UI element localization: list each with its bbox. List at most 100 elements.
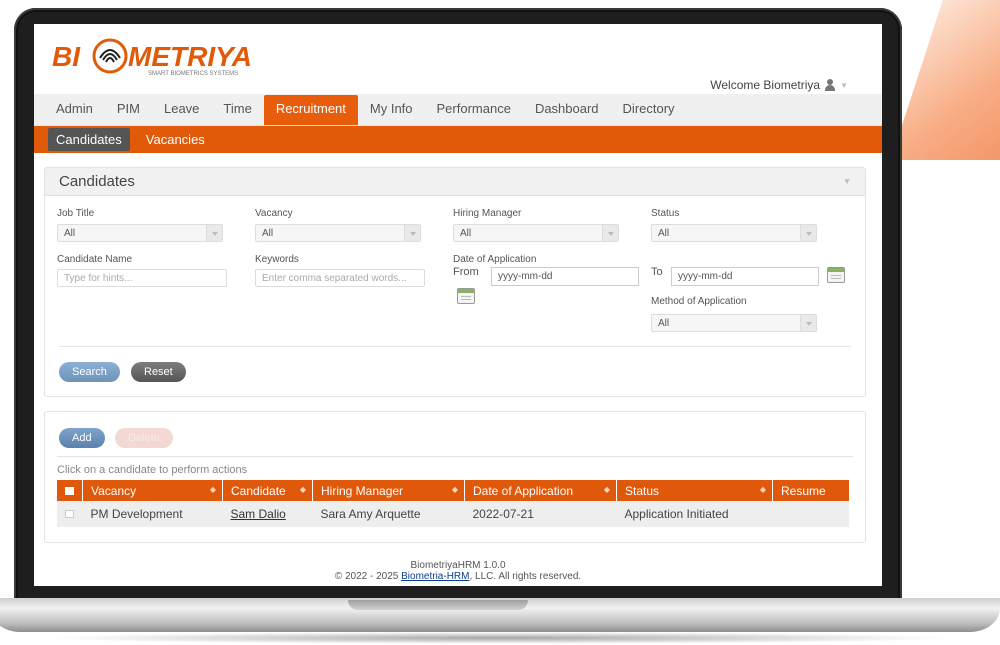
candidate-name-input[interactable]: Type for hints... — [57, 269, 227, 287]
col-hiring-manager-label: Hiring Manager — [321, 483, 404, 498]
keywords-label: Keywords — [255, 254, 299, 265]
candidate-link[interactable]: Sam Dalio — [231, 507, 286, 521]
calendar-icon[interactable] — [457, 288, 475, 304]
welcome-text: Welcome Biometriya — [710, 78, 821, 92]
menu-item-recruitment[interactable]: Recruitment — [263, 95, 358, 125]
from-label: From — [453, 266, 479, 278]
stage: BI METRIYA SMART BIOMETRICS SYSTEMS Welc… — [0, 0, 1000, 645]
main-menu: Admin PIM Leave Time Recruitment My Info… — [34, 94, 882, 126]
reset-button[interactable]: Reset — [131, 362, 186, 382]
col-status[interactable]: Status ◆ — [616, 480, 773, 501]
footer-copyright-prefix: © 2022 - 2025 — [334, 571, 402, 582]
col-hiring-manager[interactable]: Hiring Manager ◆ — [312, 480, 465, 501]
results-panel: Add Delete Click on a candidate to perfo… — [44, 411, 866, 543]
sort-icon: ◆ — [209, 485, 216, 494]
job-title-label: Job Title — [57, 208, 95, 219]
footer-link[interactable]: Biometria-HRM — [401, 571, 469, 582]
svg-text:METRIYA: METRIYA — [128, 41, 252, 72]
dropdown-arrow-icon — [602, 225, 618, 241]
keywords-input[interactable]: Enter comma separated words... — [255, 269, 425, 287]
col-date-label: Date of Application — [473, 483, 574, 498]
dropdown-arrow-icon — [206, 225, 222, 241]
svg-text:BI: BI — [52, 41, 81, 72]
col-date-of-application[interactable]: Date of Application ◆ — [464, 480, 617, 501]
sort-icon: ◆ — [451, 485, 458, 494]
date-from-input[interactable]: yyyy-mm-dd — [491, 267, 639, 286]
corner-decoration — [890, 0, 1000, 160]
brand-logo[interactable]: BI METRIYA SMART BIOMETRICS SYSTEMS — [52, 36, 292, 83]
candidate-name-label: Candidate Name — [57, 254, 133, 265]
chevron-down-icon: ▼ — [840, 80, 848, 90]
table-row[interactable]: PM Development Sam Dalio Sara Amy Arquet… — [57, 501, 849, 527]
sort-icon: ◆ — [759, 485, 766, 494]
status-select[interactable]: All — [651, 224, 817, 242]
select-all-checkbox[interactable] — [65, 486, 74, 495]
search-button[interactable]: Search — [59, 362, 120, 382]
results-divider — [57, 456, 853, 457]
status-value: All — [658, 228, 670, 239]
hiring-manager-label: Hiring Manager — [453, 208, 522, 219]
form-divider — [59, 346, 851, 347]
menu-item-pim[interactable]: PIM — [105, 95, 152, 125]
menu-item-directory[interactable]: Directory — [611, 95, 687, 125]
delete-button[interactable]: Delete — [115, 428, 173, 448]
sub-menu: Candidates Vacancies — [34, 126, 882, 153]
select-all-header[interactable] — [57, 480, 83, 501]
col-resume-label: Resume — [781, 483, 826, 498]
date-of-application-label: Date of Application — [453, 254, 537, 265]
cell-hiring-manager: Sara Amy Arquette — [312, 501, 465, 527]
hiring-manager-select[interactable]: All — [453, 224, 619, 242]
col-status-label: Status — [625, 483, 660, 498]
footer-version: BiometriyaHRM 1.0.0 — [410, 560, 506, 571]
footer-copyright: © 2022 - 2025 Biometria-HRM, LLC. All ri… — [34, 571, 882, 582]
panel-title: Candidates — [59, 173, 135, 190]
method-label: Method of Application — [651, 296, 747, 307]
calendar-icon[interactable] — [827, 267, 845, 283]
job-title-select[interactable]: All — [57, 224, 223, 242]
laptop-shadow — [40, 632, 960, 644]
menu-item-performance[interactable]: Performance — [425, 95, 523, 125]
menu-item-time[interactable]: Time — [211, 95, 263, 125]
svg-text:SMART BIOMETRICS SYSTEMS: SMART BIOMETRICS SYSTEMS — [148, 71, 238, 77]
dropdown-arrow-icon — [404, 225, 420, 241]
user-icon — [824, 79, 836, 91]
cell-candidate: Sam Dalio — [222, 501, 313, 527]
app-header: BI METRIYA SMART BIOMETRICS SYSTEMS Welc… — [34, 24, 882, 94]
submenu-candidates[interactable]: Candidates — [48, 128, 130, 151]
to-label: To — [651, 266, 663, 278]
sort-icon: ◆ — [603, 485, 610, 494]
col-candidate[interactable]: Candidate ◆ — [222, 480, 313, 501]
footer: BiometriyaHRM 1.0.0 © 2022 - 2025 Biomet… — [34, 560, 882, 582]
candidates-table: Vacancy ◆ Candidate ◆ Hiring Manager ◆ Date… — [57, 480, 849, 527]
submenu-vacancies[interactable]: Vacancies — [138, 128, 213, 151]
dropdown-arrow-icon — [800, 225, 816, 241]
vacancy-select[interactable]: All — [255, 224, 421, 242]
date-to-input[interactable]: yyyy-mm-dd — [671, 267, 819, 286]
method-value: All — [658, 318, 670, 329]
hiring-manager-value: All — [460, 228, 472, 239]
add-button[interactable]: Add — [59, 428, 105, 448]
menu-item-leave[interactable]: Leave — [152, 95, 211, 125]
menu-item-admin[interactable]: Admin — [44, 95, 105, 125]
cell-resume — [772, 501, 849, 527]
laptop-notch — [348, 600, 528, 610]
col-candidate-label: Candidate — [231, 483, 286, 498]
collapse-icon[interactable]: ▼ — [843, 177, 851, 186]
welcome-menu[interactable]: Welcome Biometriya ▼ — [710, 78, 848, 92]
sort-icon: ◆ — [299, 485, 306, 494]
screen: BI METRIYA SMART BIOMETRICS SYSTEMS Welc… — [34, 24, 882, 586]
col-vacancy[interactable]: Vacancy ◆ — [82, 480, 223, 501]
cell-status: Application Initiated — [616, 501, 773, 527]
menu-item-dashboard[interactable]: Dashboard — [523, 95, 611, 125]
row-select-cell[interactable] — [57, 501, 83, 527]
col-vacancy-label: Vacancy — [91, 483, 137, 498]
row-checkbox[interactable] — [65, 510, 74, 518]
panel-header: Candidates ▼ — [45, 168, 865, 196]
job-title-value: All — [64, 228, 76, 239]
status-label: Status — [651, 208, 680, 219]
filter-form: Job Title All Vacancy All Hiring Manager… — [45, 196, 865, 396]
menu-item-my-info[interactable]: My Info — [358, 95, 425, 125]
footer-copyright-suffix: , LLC. All rights reserved. — [469, 571, 582, 582]
dropdown-arrow-icon — [800, 315, 816, 331]
method-select[interactable]: All — [651, 314, 817, 332]
